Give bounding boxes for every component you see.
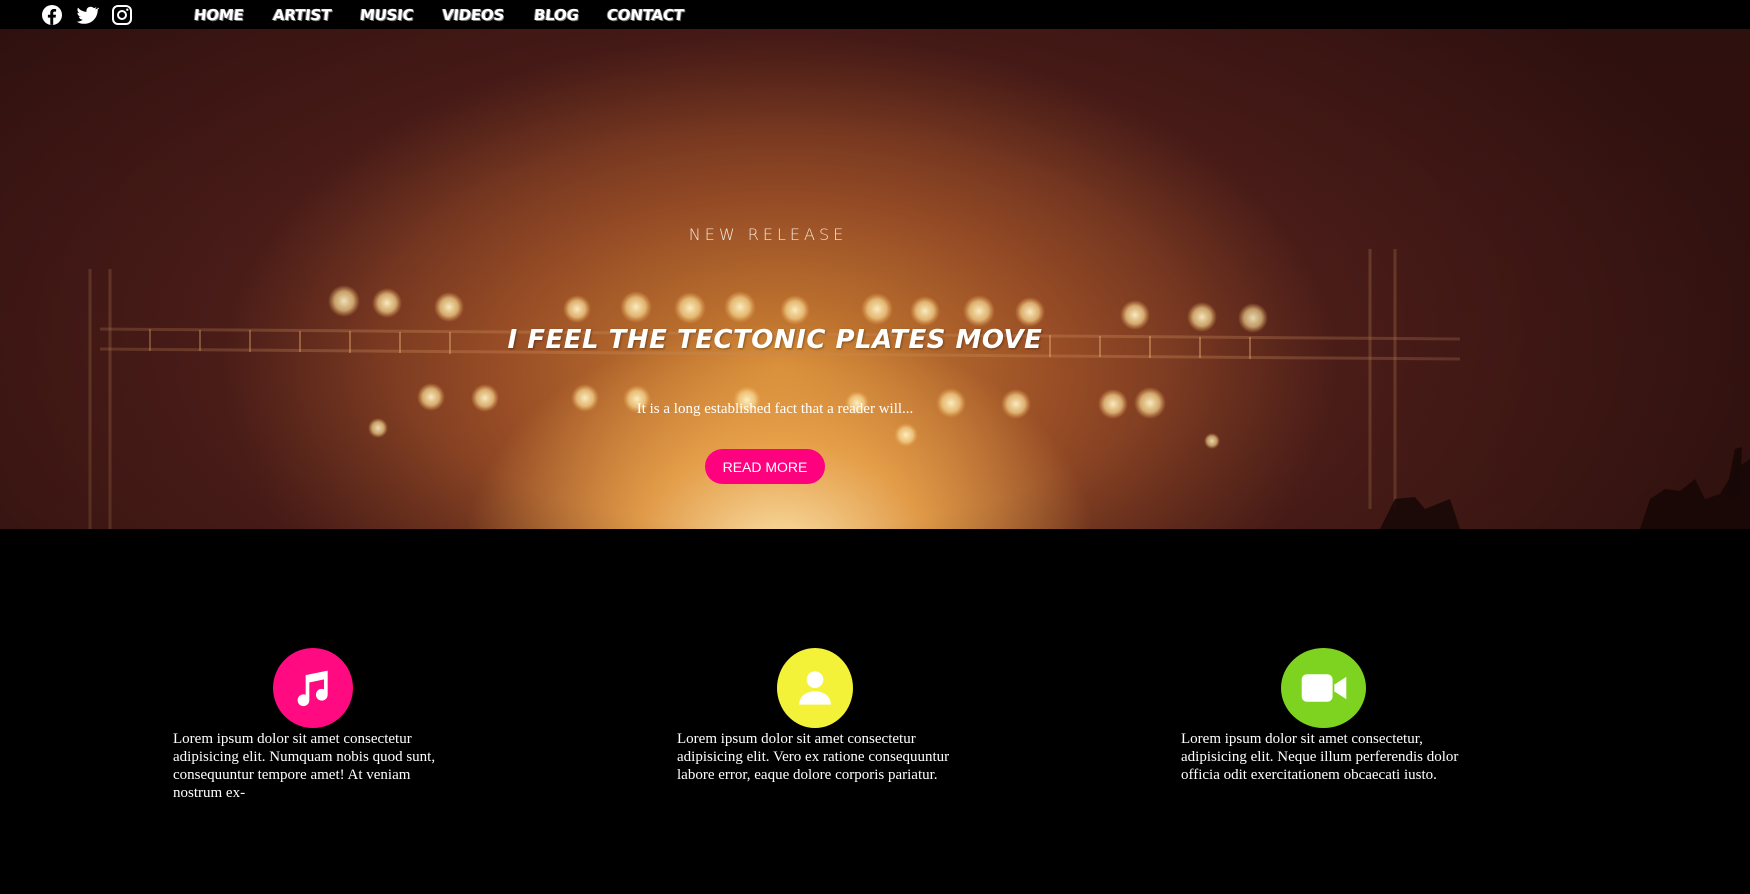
hero-kicker: NEW RELEASE: [688, 225, 848, 244]
features-section: Lorem ipsum dolor sit amet consectetur a…: [0, 529, 1750, 894]
nav-item-blog[interactable]: BLOG: [533, 6, 580, 24]
hero-description: It is a long established fact that a rea…: [636, 401, 914, 417]
instagram-icon[interactable]: [110, 3, 134, 27]
facebook-icon[interactable]: [40, 3, 64, 27]
nav-item-music[interactable]: MUSIC: [359, 6, 414, 24]
user-icon: [799, 671, 831, 705]
feature-badge-artist: [777, 648, 853, 728]
concert-stage-background: [88, 249, 1750, 529]
feature-text-videos: Lorem ipsum dolor sit amet consectetur, …: [1181, 731, 1459, 783]
top-navigation-bar: HOME ARTIST MUSIC VIDEOS BLOG CONTACT: [0, 0, 1750, 29]
video-camera-icon: [1301, 674, 1346, 702]
nav-item-artist[interactable]: ARTIST: [272, 6, 332, 24]
hero-title: I FEEL THE TECTONIC PLATES MOVE: [507, 325, 1043, 355]
feature-text-music: Lorem ipsum dolor sit amet consectetur a…: [173, 731, 436, 801]
music-note-icon: [297, 670, 328, 707]
twitter-icon[interactable]: [75, 3, 99, 27]
social-links: [40, 3, 134, 27]
feature-text-artist: Lorem ipsum dolor sit amet consectetur a…: [677, 731, 950, 783]
nav-item-home[interactable]: HOME: [193, 6, 245, 24]
nav-item-contact[interactable]: CONTACT: [606, 6, 685, 24]
hero-banner: NEW RELEASE I FEEL THE TECTONIC PLATES M…: [0, 29, 1750, 529]
read-more-button[interactable]: READ MORE: [705, 449, 825, 484]
feature-badge-music: [273, 648, 353, 728]
main-nav: HOME ARTIST MUSIC VIDEOS BLOG CONTACT: [193, 0, 685, 29]
feature-badge-videos: [1281, 648, 1366, 728]
nav-item-videos[interactable]: VIDEOS: [441, 6, 505, 24]
